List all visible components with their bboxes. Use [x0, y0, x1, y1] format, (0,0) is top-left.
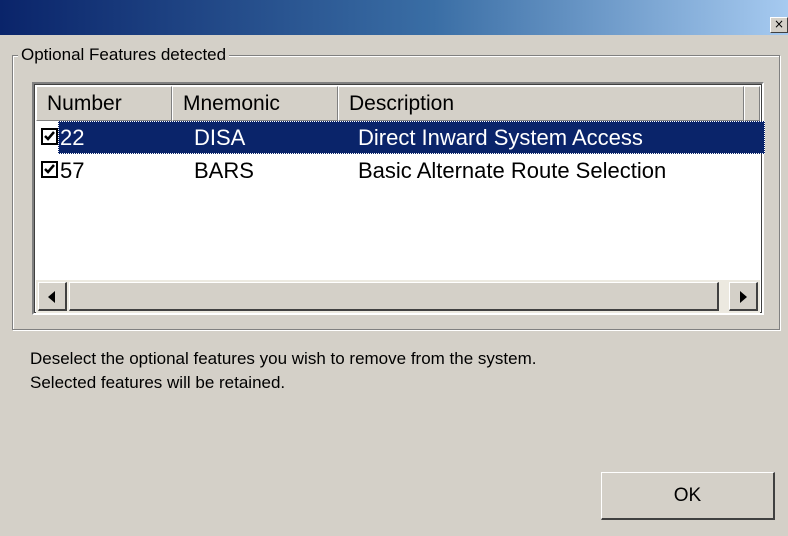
checkmark-icon [44, 131, 55, 141]
instructions-line-1: Deselect the optional features you wish … [30, 349, 537, 368]
feature-checkbox[interactable] [41, 128, 58, 145]
feature-number: 57 [60, 158, 85, 183]
ok-button[interactable]: OK [601, 472, 775, 520]
horizontal-scrollbar[interactable] [36, 280, 760, 313]
list-item[interactable]: 57 BARS Basic Alternate Route Selection [36, 154, 760, 187]
title-bar[interactable]: × [0, 0, 788, 35]
instructions-line-2: Selected features will be retained. [30, 373, 286, 392]
list-header: Number Mnemonic Description [36, 86, 760, 121]
close-button[interactable]: × [770, 17, 788, 33]
column-header-number[interactable]: Number [36, 86, 172, 121]
feature-number: 22 [60, 125, 85, 150]
column-header-description[interactable]: Description [338, 86, 744, 121]
features-list[interactable]: Number Mnemonic Description 22 DISA Dire… [32, 82, 765, 315]
list-rows: 22 DISA Direct Inward System Access 57 B… [36, 121, 765, 187]
column-header-filler [744, 86, 760, 121]
column-header-mnemonic[interactable]: Mnemonic [172, 86, 338, 121]
feature-description: Direct Inward System Access [358, 125, 643, 150]
feature-mnemonic: DISA [194, 125, 246, 150]
group-label: Optional Features detected [18, 42, 230, 68]
feature-description: Basic Alternate Route Selection [358, 158, 667, 183]
feature-checkbox[interactable] [41, 161, 58, 178]
feature-mnemonic: BARS [194, 158, 254, 183]
checkmark-icon [44, 164, 55, 174]
arrow-right-icon [740, 291, 747, 303]
scroll-right-button[interactable] [729, 282, 758, 311]
scrollbar-thumb[interactable] [69, 282, 719, 311]
arrow-left-icon [48, 291, 55, 303]
scroll-left-button[interactable] [38, 282, 67, 311]
close-icon: × [773, 17, 785, 31]
list-item[interactable]: 22 DISA Direct Inward System Access [36, 121, 765, 154]
instructions-text: Deselect the optional features you wish … [30, 347, 536, 395]
